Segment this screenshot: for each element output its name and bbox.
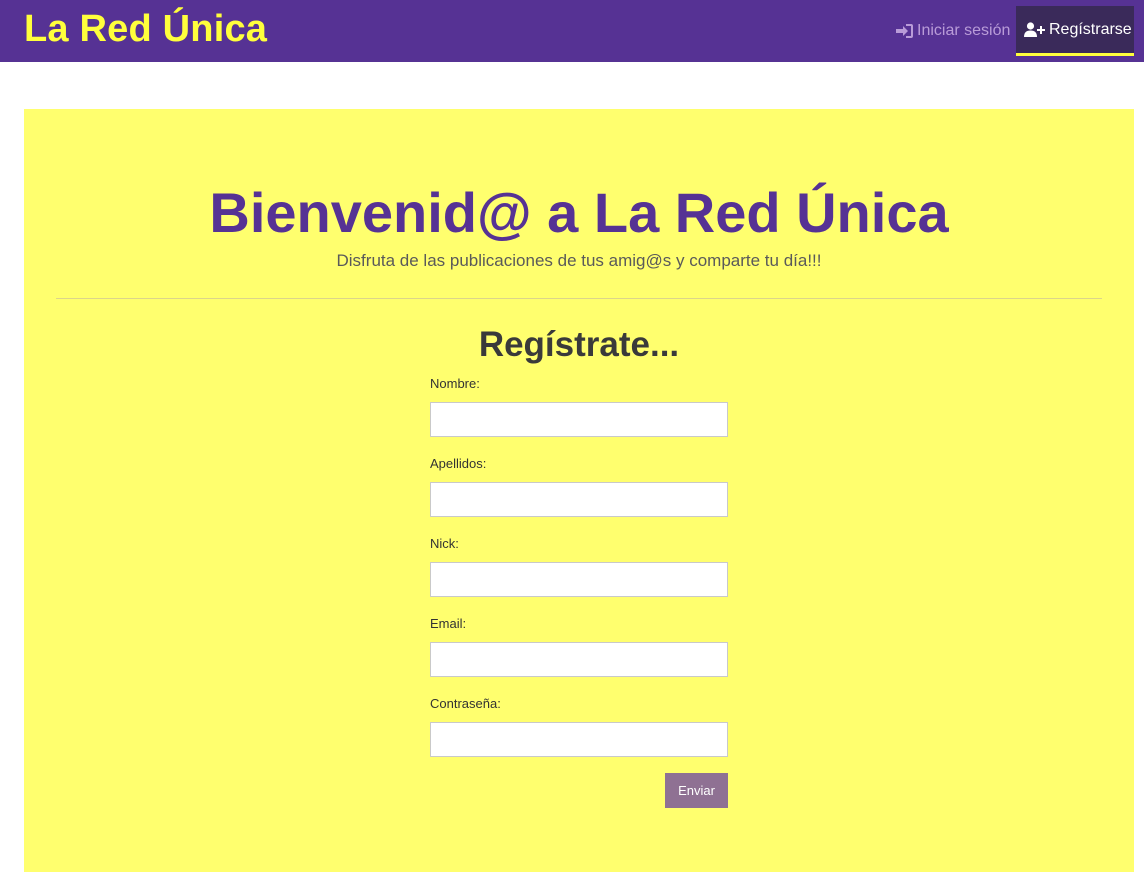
- form-title: Regístrate...: [478, 325, 680, 364]
- divider: [56, 298, 1102, 299]
- nav-login-link[interactable]: Iniciar sesión: [896, 6, 1016, 56]
- apellidos-label: Apellidos:: [430, 456, 487, 471]
- hero-subtitle: Disfruta de las publicaciones de tus ami…: [336, 251, 822, 270]
- submit-button[interactable]: Enviar: [665, 773, 728, 808]
- sign-in-icon: [896, 24, 913, 38]
- nav-register-label: Regístrarse: [1049, 20, 1132, 38]
- email-field[interactable]: [430, 642, 728, 677]
- apellidos-field[interactable]: [430, 482, 728, 517]
- password-field[interactable]: [430, 722, 728, 757]
- nav-register-link[interactable]: Regístrarse: [1016, 6, 1134, 56]
- email-label: Email:: [430, 616, 467, 631]
- jumbotron: Bienvenid@ a La Red Única Disfruta de la…: [24, 109, 1134, 872]
- password-label: Contraseña:: [430, 696, 501, 711]
- brand-logo[interactable]: La Red Única: [24, 8, 267, 51]
- nombre-label: Nombre:: [430, 376, 480, 391]
- user-plus-icon: [1024, 22, 1045, 37]
- nombre-field[interactable]: [430, 402, 728, 437]
- nav-login-label: Iniciar sesión: [917, 22, 1011, 39]
- hero-title: Bienvenid@ a La Red Única: [209, 181, 949, 244]
- nick-label: Nick:: [430, 536, 459, 551]
- nick-field[interactable]: [430, 562, 728, 597]
- navbar: La Red Única Iniciar sesión Regístrarse: [0, 0, 1144, 62]
